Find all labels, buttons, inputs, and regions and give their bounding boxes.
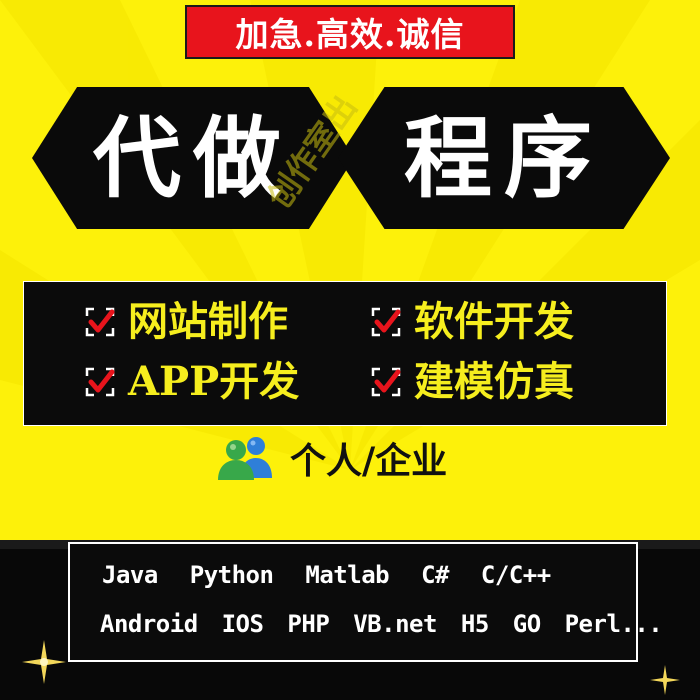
tech-item: Android — [100, 610, 198, 638]
service-item-website: 网站制作 — [84, 302, 288, 342]
sparkle-icon — [22, 640, 66, 684]
tech-item: H5 — [460, 610, 489, 638]
checkbox-checked-icon — [85, 307, 115, 337]
people-icon — [218, 437, 272, 480]
checkbox-checked-icon — [371, 367, 401, 397]
service-label: APP开发 — [128, 358, 300, 405]
tech-item: GO — [512, 610, 541, 638]
title-right-hexagon: 程序 — [338, 87, 670, 229]
tech-item: C# — [421, 561, 449, 589]
tech-item: Perl... — [564, 610, 663, 638]
tech-stack-box: Java Python Matlab C# C/C++ Android IOS … — [68, 542, 663, 662]
audience-row: 个人/企业 — [216, 432, 447, 484]
title-right-text: 程序 — [403, 106, 604, 210]
sparkle-icon — [650, 665, 680, 695]
service-label: 网站制作 — [128, 298, 288, 345]
tech-item: PHP — [287, 610, 330, 638]
service-item-app: APP开发 — [84, 362, 299, 402]
service-label: 建模仿真 — [414, 358, 574, 405]
service-item-software: 软件开发 — [370, 302, 574, 342]
tech-line-1: Java Python Matlab C# C/C++ — [102, 561, 569, 589]
checkbox-checked-icon — [371, 307, 401, 337]
service-item-modeling: 建模仿真 — [370, 362, 574, 402]
audience-label: 个人/企业 — [290, 440, 448, 482]
tech-item: C/C++ — [480, 561, 551, 589]
tech-line-2: Android IOS PHP VB.net H5 GO Perl... — [100, 610, 672, 638]
checkbox-checked-icon — [85, 367, 115, 397]
tech-item: Python — [189, 561, 274, 589]
top-banner: 加急.高效.诚信 — [185, 5, 515, 59]
tech-item: IOS — [221, 610, 264, 638]
tech-item: VB.net — [353, 610, 437, 638]
service-label: 软件开发 — [414, 298, 574, 345]
services-panel: 网站制作 软件开发 APP开发 建模仿真 — [23, 281, 667, 426]
banner-text: 加急.高效.诚信 — [235, 15, 465, 54]
tech-item: Java — [102, 561, 158, 589]
tech-item: Matlab — [305, 561, 390, 589]
